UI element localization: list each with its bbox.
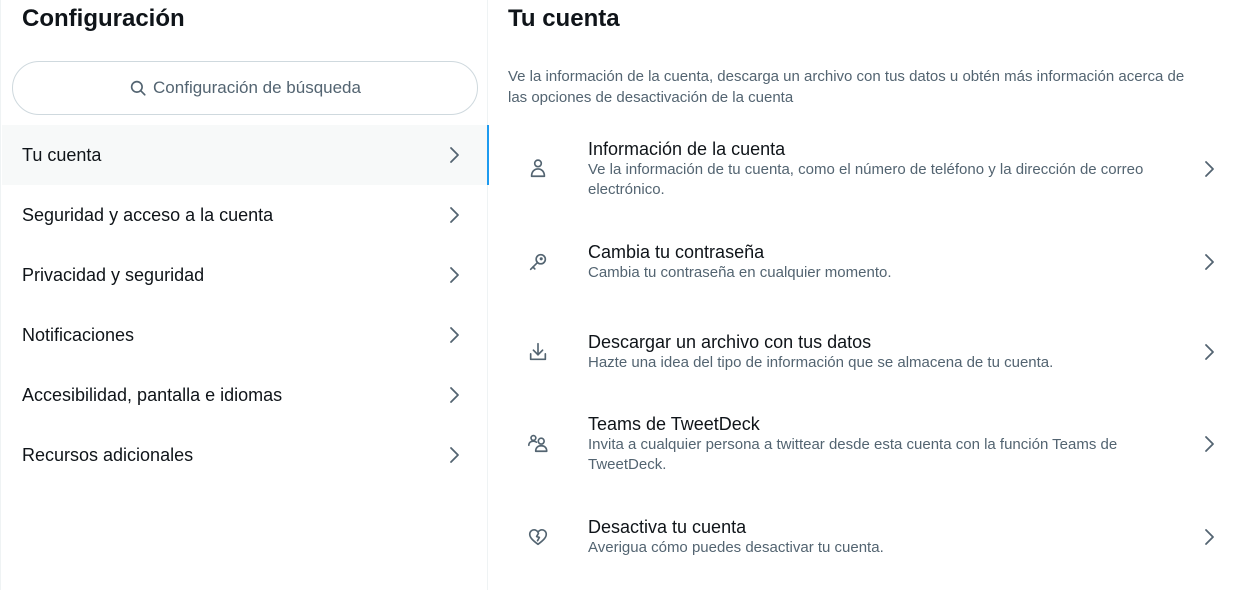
sidebar-item-label: Notificaciones	[22, 324, 135, 345]
settings-sidebar: Configuración Configuración de búsqueda …	[0, 0, 489, 590]
option-title: Desactiva tu cuenta	[588, 517, 747, 537]
option-account-info[interactable]: Información de la cuenta Ve la informaci…	[489, 138, 1251, 204]
person-icon	[530, 159, 546, 178]
sidebar-item-label: Privacidad y seguridad	[22, 264, 205, 285]
option-description: Ve la información de tu cuenta, como el …	[588, 161, 1144, 198]
option-description: Cambia tu contraseña en cualquier moment…	[588, 264, 892, 281]
sidebar-item-recursos[interactable]: Recursos adicionales	[2, 425, 488, 485]
sidebar-title: Configuración	[22, 5, 185, 32]
key-icon	[529, 253, 547, 271]
settings-search-input[interactable]: Configuración de búsqueda	[12, 61, 478, 115]
option-download-data[interactable]: Descargar un archivo con tus datos Hazte…	[489, 331, 1251, 375]
chevron-right-icon	[450, 447, 459, 463]
option-deactivate-account[interactable]: Desactiva tu cuenta Averigua cómo puedes…	[489, 516, 1251, 560]
sidebar-item-label: Accesibilidad, pantalla e idiomas	[22, 384, 283, 405]
option-title: Información de la cuenta	[588, 139, 786, 159]
option-description: Hazte una idea del tipo de información q…	[588, 354, 1054, 371]
sidebar-item-label: Recursos adicionales	[22, 444, 194, 465]
sidebar-item-label: Seguridad y acceso a la cuenta	[22, 204, 274, 225]
people-icon	[528, 434, 548, 453]
download-icon	[529, 342, 547, 361]
sidebar-item-accesibilidad[interactable]: Accesibilidad, pantalla e idiomas	[2, 365, 488, 425]
broken-heart-icon	[528, 529, 548, 546]
chevron-right-icon	[1205, 161, 1214, 177]
chevron-right-icon	[1205, 344, 1214, 360]
page-title: Tu cuenta	[508, 5, 620, 32]
sidebar-item-label: Tu cuenta	[22, 144, 102, 165]
option-tweetdeck-teams[interactable]: Teams de TweetDeck Invita a cualquier pe…	[489, 413, 1251, 479]
option-description: Invita a cualquier persona a twittear de…	[588, 436, 1118, 473]
chevron-right-icon	[450, 267, 459, 283]
account-panel: Tu cuenta Ve la información de la cuenta…	[489, 0, 1251, 590]
sidebar-item-privacidad[interactable]: Privacidad y seguridad	[2, 245, 488, 305]
search-placeholder: Configuración de búsqueda	[153, 78, 361, 97]
chevron-right-icon	[450, 387, 459, 403]
option-description: Averigua cómo puedes desactivar tu cuent…	[588, 539, 884, 556]
page-description: Ve la información de la cuenta, descarga…	[508, 68, 1185, 106]
chevron-right-icon	[1205, 529, 1214, 545]
chevron-right-icon	[450, 327, 459, 343]
search-icon	[130, 80, 146, 96]
sidebar-item-notificaciones[interactable]: Notificaciones	[2, 305, 488, 365]
chevron-right-icon	[450, 207, 459, 223]
option-change-password[interactable]: Cambia tu contraseña Cambia tu contraseñ…	[489, 241, 1251, 285]
option-title: Cambia tu contraseña	[588, 242, 765, 262]
chevron-right-icon	[1205, 254, 1214, 270]
chevron-right-icon	[1205, 436, 1214, 452]
chevron-right-icon	[450, 147, 459, 163]
sidebar-item-tu-cuenta[interactable]: Tu cuenta	[2, 125, 489, 185]
sidebar-item-seguridad-acceso[interactable]: Seguridad y acceso a la cuenta	[2, 185, 488, 245]
option-title: Teams de TweetDeck	[588, 414, 760, 434]
option-title: Descargar un archivo con tus datos	[588, 332, 872, 352]
